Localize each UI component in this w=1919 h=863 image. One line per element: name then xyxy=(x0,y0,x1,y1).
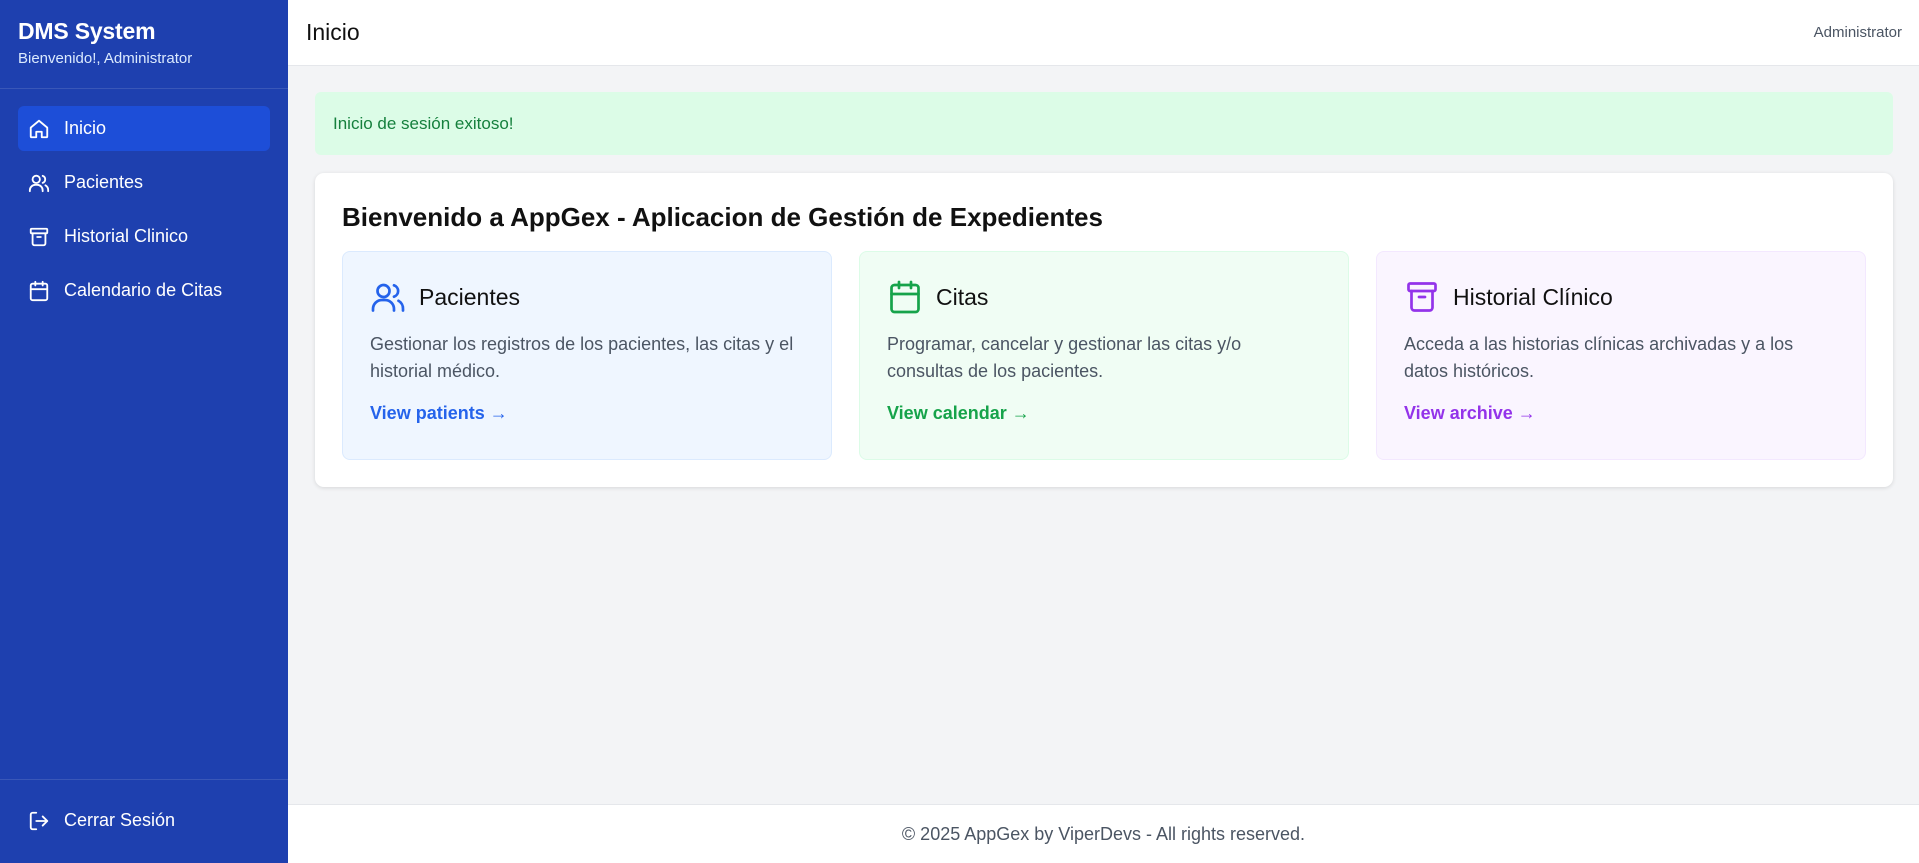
card-description: Gestionar los registros de los pacientes… xyxy=(370,334,794,381)
welcome-title: Bienvenido a AppGex - Aplicacion de Gest… xyxy=(342,202,1103,232)
home-icon xyxy=(28,118,50,140)
view-patients-link[interactable]: View patients → xyxy=(370,403,508,423)
content: Inicio de sesión exitoso! Bienvenido a A… xyxy=(288,66,1919,804)
feature-cards: Pacientes Gestionar los registros de los… xyxy=(342,251,1866,460)
topbar: Inicio Administrator xyxy=(288,0,1919,66)
success-alert: Inicio de sesión exitoso! xyxy=(315,92,1893,155)
logout-icon xyxy=(28,810,50,832)
sidebar-item-label: Inicio xyxy=(64,118,107,138)
welcome-panel: Bienvenido a AppGex - Aplicacion de Gest… xyxy=(315,173,1893,487)
brand: DMS System Bienvenido!, Administrator xyxy=(0,0,288,89)
card-header: Historial Clínico xyxy=(1404,279,1838,315)
sidebar-item-inicio[interactable]: Inicio xyxy=(18,106,270,151)
card-description: Acceda a las historias clínicas archivad… xyxy=(1404,334,1794,381)
logout-label: Cerrar Sesión xyxy=(64,810,176,830)
card-title: Historial Clínico xyxy=(1453,283,1613,310)
sidebar-item-pacientes[interactable]: Pacientes xyxy=(18,160,270,205)
sidebar-footer: Cerrar Sesión xyxy=(0,779,288,863)
sidebar-item-label: Historial Clinico xyxy=(64,226,189,246)
card-title: Citas xyxy=(936,283,989,310)
sidebar-nav: Inicio Pacientes Historial Clinico Calen… xyxy=(0,89,288,779)
users-icon xyxy=(370,279,406,315)
sidebar-item-label: Calendario de Citas xyxy=(64,280,223,300)
sidebar-item-historial[interactable]: Historial Clinico xyxy=(18,214,270,259)
card-pacientes: Pacientes Gestionar los registros de los… xyxy=(342,251,832,460)
sidebar-item-label: Pacientes xyxy=(64,172,144,192)
sidebar-item-calendario[interactable]: Calendario de Citas xyxy=(18,268,270,313)
card-header: Citas xyxy=(887,279,1321,315)
card-title: Pacientes xyxy=(419,283,521,310)
card-description: Programar, cancelar y gestionar las cita… xyxy=(887,334,1242,381)
calendar-icon xyxy=(887,279,923,315)
brand-title: DMS System xyxy=(18,18,156,44)
logout-button[interactable]: Cerrar Sesión xyxy=(18,798,270,843)
calendar-icon xyxy=(28,280,50,302)
archive-icon xyxy=(1404,279,1440,315)
brand-subtitle: Bienvenido!, Administrator xyxy=(18,50,193,67)
view-archive-link[interactable]: View archive → xyxy=(1404,403,1536,423)
card-citas: Citas Programar, cancelar y gestionar la… xyxy=(859,251,1349,460)
user-name[interactable]: Administrator xyxy=(1814,24,1902,41)
card-historial: Historial Clínico Acceda a las historias… xyxy=(1376,251,1866,460)
main-area: Inicio Administrator Inicio de sesión ex… xyxy=(288,0,1919,863)
card-header: Pacientes xyxy=(370,279,804,315)
archive-icon xyxy=(28,226,50,248)
page-title: Inicio xyxy=(306,19,360,45)
footer: © 2025 AppGex by ViperDevs - All rights … xyxy=(288,804,1919,863)
view-calendar-link[interactable]: View calendar → xyxy=(887,403,1030,423)
users-icon xyxy=(28,172,50,194)
sidebar: DMS System Bienvenido!, Administrator In… xyxy=(0,0,288,863)
